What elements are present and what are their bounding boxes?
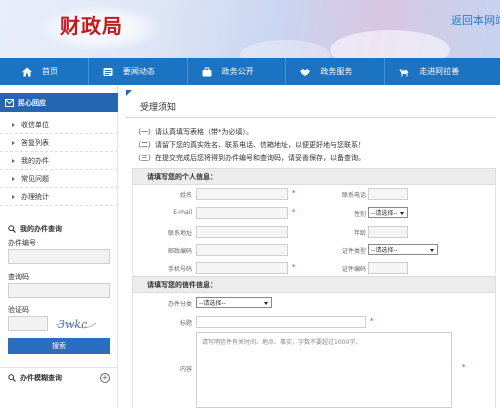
sidebar-item-replies[interactable]: 答复列表 — [0, 134, 118, 152]
nav-news[interactable]: 要闻动态 — [89, 58, 187, 85]
name-label: 姓名 — [179, 192, 192, 199]
letter-info-header: 请填写您的信件信息： — [132, 276, 496, 293]
subject-input[interactable] — [196, 316, 366, 328]
gender-label: 性别 — [353, 211, 366, 218]
query-code-input[interactable] — [8, 283, 110, 298]
address-input[interactable] — [196, 226, 288, 238]
main-content: 受理须知 （一）请认真填写表格（带*为必填）。 （二）请留下您的真实姓名、联系电… — [126, 88, 500, 408]
email-input[interactable] — [196, 207, 288, 219]
arrow-icon — [12, 176, 15, 181]
nav-label: 政务服务 — [320, 67, 353, 76]
nav-label: 要闻动态 — [122, 67, 155, 76]
phone-label: 联系电话 — [341, 192, 366, 199]
handshake-icon — [300, 68, 311, 76]
sidebar-list: 收信单位 答复列表 我的办件 常见问题 办理统计 — [0, 116, 118, 206]
expand-plus-icon[interactable]: + — [100, 373, 110, 383]
id-type-label: 证件类型 — [341, 248, 366, 255]
briefcase-icon — [202, 67, 212, 76]
home-icon — [22, 67, 32, 76]
site-logo: 财政局 — [60, 14, 123, 38]
case-no-input[interactable] — [8, 249, 110, 264]
sidebar-item-faq[interactable]: 常见问题 — [0, 170, 118, 188]
query-code-label: 查询码 — [8, 273, 29, 281]
mobile-label: 手机号码 — [167, 266, 192, 273]
email-label: E-mail — [173, 209, 192, 216]
subject-label: 标题 — [179, 320, 192, 327]
home-link[interactable]: 返回本网站 — [451, 12, 500, 28]
category-label: 办件分类 — [167, 301, 192, 308]
captcha-image[interactable]: 3wkc — [56, 317, 96, 331]
mobile-input[interactable] — [196, 262, 288, 274]
search-icon — [8, 225, 16, 233]
gender-select[interactable]: --请选择-- — [368, 207, 408, 218]
sidebar: 民心回应 收信单位 答复列表 我的办件 常见问题 办理统计 我的办件查询 办件编… — [0, 85, 118, 408]
address-label: 联系地址 — [167, 230, 192, 237]
sidebar-title: 民心回应 — [0, 93, 118, 112]
notice-text: （一）请认真填写表格（带*为必填）。 （二）请留下您的真实姓名、联系电话、信箱地… — [134, 128, 365, 162]
nav-label: 政务公开 — [221, 67, 254, 76]
captcha-label: 验证码 — [8, 306, 29, 314]
search-icon — [8, 373, 16, 382]
id-type-select[interactable]: --请选择-- — [368, 244, 438, 255]
age-label: 年龄 — [353, 230, 366, 237]
mail-icon — [5, 98, 14, 107]
arrow-icon — [12, 140, 15, 145]
phone-input[interactable] — [368, 188, 408, 200]
sidebar-item-my-cases[interactable]: 我的办件 — [0, 152, 118, 170]
personal-info-header: 请填写您的个人信息： — [132, 168, 496, 185]
nav-label: 首页 — [42, 67, 58, 76]
sidebar-item-receivers[interactable]: 收信单位 — [0, 116, 118, 134]
site-banner: 财政局 返回本网站 — [0, 0, 500, 58]
nav-home[interactable]: 首页 — [0, 58, 88, 85]
page-title: 受理须知 — [140, 103, 177, 113]
id-no-label: 证件编码 — [341, 266, 366, 273]
dropdown-caret-icon — [264, 302, 268, 305]
nav-label: 走进阿拉善 — [419, 67, 460, 76]
nav-gov-service[interactable]: 政务服务 — [286, 58, 384, 85]
sidebar-item-stats[interactable]: 办理统计 — [0, 188, 118, 206]
nav-gov-open[interactable]: 政务公开 — [188, 58, 286, 85]
query-title: 我的办件查询 — [8, 224, 62, 234]
search-button[interactable]: 搜索 — [8, 338, 110, 354]
id-no-input[interactable] — [368, 262, 408, 274]
main-nav: 首页 要闻动态 政务公开 政务服务 走进阿拉善 — [0, 58, 500, 85]
dropdown-caret-icon — [400, 212, 404, 215]
nav-alxa[interactable]: 走进阿拉善 — [385, 58, 500, 85]
age-input[interactable] — [368, 226, 408, 238]
arrow-icon — [12, 194, 15, 199]
case-no-label: 办件编号 — [8, 239, 36, 247]
zip-label: 邮政编码 — [167, 248, 192, 255]
fuzzy-query-header[interactable]: 办件模糊查询 + — [0, 367, 118, 387]
arrow-icon — [12, 158, 15, 163]
category-select[interactable]: --请选择-- — [196, 297, 272, 308]
arrow-icon — [12, 122, 15, 127]
content-label: 内容 — [179, 366, 192, 373]
camel-icon — [399, 68, 409, 76]
content-textarea[interactable]: 请写明信件有关时间、地点、事实，字数不要超过1000字。 — [196, 332, 452, 408]
dropdown-caret-icon — [430, 249, 434, 252]
name-input[interactable] — [196, 188, 288, 200]
news-icon — [103, 67, 113, 76]
zip-input[interactable] — [196, 244, 288, 256]
captcha-input[interactable] — [8, 316, 48, 331]
